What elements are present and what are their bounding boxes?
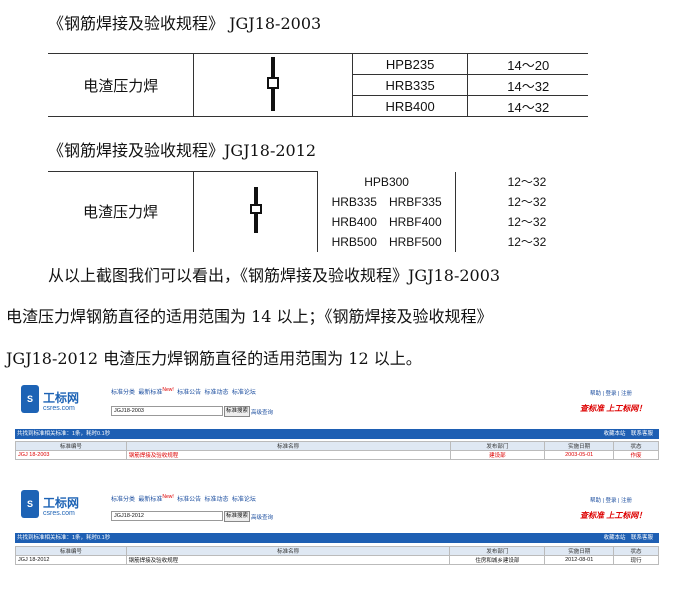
range-cell: 12～32 xyxy=(454,191,598,212)
grade-cell: HRB335 xyxy=(351,74,469,96)
result-count: 共找到标准相关标准：1条，耗时0.1秒 xyxy=(17,431,111,437)
range-cell: 12～32 xyxy=(454,231,598,252)
nav-item[interactable]: 标准分类 xyxy=(111,390,135,396)
logo-domain: csres.com xyxy=(43,510,75,517)
range-cell: 12～32 xyxy=(454,171,598,192)
grade-cell: HRB335 HRBF335 xyxy=(317,191,456,212)
nav-item[interactable]: 标准分类 xyxy=(111,497,135,503)
website-screenshot-2012: S 工标网 csres.com 标准分类 最新标准New! 标准公告 标准动态 … xyxy=(15,490,659,580)
bookmark-links[interactable]: 收藏本站 联系客服 xyxy=(603,429,653,439)
col-header: 发布部门 xyxy=(449,441,546,451)
col-header: 标准名称 xyxy=(125,546,451,556)
result-table: 标准编号 标准名称 发布部门 实施日期 状态 JGJ 18-2012 钢筋焊接及… xyxy=(15,546,659,565)
result-bar: 共找到标准相关标准：1条，耗时0.1秒 收藏本站 联系客服 xyxy=(15,429,659,439)
grade-cell: HRB400 HRBF400 xyxy=(317,211,456,232)
effective-date: 2012-08-01 xyxy=(544,555,615,565)
range-cell: 12～32 xyxy=(454,211,598,232)
logo-domain: csres.com xyxy=(43,405,75,412)
search-button[interactable]: 标准搜索 xyxy=(224,406,250,417)
table-header: 标准编号 标准名称 发布部门 实施日期 状态 xyxy=(15,441,659,451)
spec-table-2012: 电渣压力焊 HPB300 12～32 HRB335 HRBF335 12～32 … xyxy=(48,171,598,252)
weld-diagram-cell xyxy=(193,171,319,252)
logo-name: 工标网 xyxy=(43,496,80,510)
weld-diagram-cell xyxy=(193,53,353,117)
nav-item[interactable]: 标准公告 xyxy=(177,497,201,503)
publisher: 建设部 xyxy=(449,450,546,460)
col-header: 标准编号 xyxy=(15,441,127,451)
paragraph-line-1: 从以上截图我们可以看出，《钢筋焊接及验收规程》JGJ18-2003 xyxy=(48,266,501,285)
effective-date: 2003-05-01 xyxy=(544,450,615,460)
col-header: 状态 xyxy=(613,546,659,556)
nav-item[interactable]: 标准论坛 xyxy=(232,390,256,396)
website-screenshot-2003: S 工标网 csres.com 标准分类 最新标准New! 标准公告 标准动态 … xyxy=(15,383,659,468)
method-cell: 电渣压力焊 xyxy=(48,171,195,252)
electroslag-joint-icon xyxy=(267,56,280,111)
logo-icon: S xyxy=(21,385,39,413)
table-row[interactable]: JGJ 18-2012 钢筋焊接及验收规程 住房和城乡建设部 2012-08-0… xyxy=(15,555,659,565)
method-cell: 电渣压力焊 xyxy=(48,53,195,117)
standard-name[interactable]: 钢筋焊接及验收规程 xyxy=(125,450,451,460)
advanced-search-link[interactable]: 高级查询 xyxy=(251,513,273,521)
search-input[interactable]: JGJ18-2012 xyxy=(111,511,223,521)
col-header: 实施日期 xyxy=(544,546,615,556)
range-cell: 14～32 xyxy=(467,95,588,117)
table-row[interactable]: JGJ 18-2003 钢筋焊接及验收规程 建设部 2003-05-01 作废 xyxy=(15,450,659,460)
site-logo[interactable]: S 工标网 csres.com xyxy=(19,490,99,526)
col-header: 发布部门 xyxy=(449,546,546,556)
col-header: 标准编号 xyxy=(15,546,127,556)
grade-cell: HRB400 xyxy=(351,95,469,117)
grade-cell: HRB500 HRBF500 xyxy=(317,231,456,252)
slogan: 查标准 上工标网！ xyxy=(580,511,647,520)
search-button[interactable]: 标准搜索 xyxy=(224,511,250,522)
result-count: 共找到标准相关标准：1条，耗时0.1秒 xyxy=(17,535,111,541)
logo-name: 工标网 xyxy=(43,391,80,405)
top-links[interactable]: 帮助 | 登录 | 注册 xyxy=(590,496,632,504)
logo-icon: S xyxy=(21,490,39,518)
col-header: 状态 xyxy=(613,441,659,451)
advanced-search-link[interactable]: 高级查询 xyxy=(251,408,273,416)
new-badge: New! xyxy=(162,494,174,500)
site-nav: 标准分类 最新标准New! 标准公告 标准动态 标准论坛 xyxy=(111,387,256,396)
paragraph-line-2: 电渣压力焊钢筋直径的适用范围为 14 以上；《钢筋焊接及验收规程》 xyxy=(6,307,493,326)
standard-name[interactable]: 钢筋焊接及验收规程 xyxy=(125,555,451,565)
search-input[interactable]: JGJ18-2003 xyxy=(111,406,223,416)
nav-item[interactable]: 标准动态 xyxy=(204,497,228,503)
nav-item[interactable]: 标准公告 xyxy=(177,390,201,396)
grade-cell: HPB235 xyxy=(351,53,469,75)
heading-2003: 《钢筋焊接及验收规程》 JGJ18-2003 xyxy=(48,14,322,33)
new-badge: New! xyxy=(162,387,174,393)
status-badge: 现行 xyxy=(613,555,659,565)
nav-item[interactable]: 最新标准 xyxy=(138,497,162,503)
standard-number[interactable]: JGJ 18-2012 xyxy=(15,555,127,565)
slogan: 查标准 上工标网！ xyxy=(580,404,647,413)
col-header: 标准名称 xyxy=(125,441,451,451)
result-bar: 共找到标准相关标准：1条，耗时0.1秒 收藏本站 联系客服 xyxy=(15,533,659,543)
bookmark-links[interactable]: 收藏本站 联系客服 xyxy=(603,533,653,543)
publisher: 住房和城乡建设部 xyxy=(449,555,546,565)
site-nav: 标准分类 最新标准New! 标准公告 标准动态 标准论坛 xyxy=(111,494,256,503)
standard-number[interactable]: JGJ 18-2003 xyxy=(15,450,127,460)
range-cell: 14～20 xyxy=(467,53,588,75)
spec-table-2003: 电渣压力焊 HPB235 14～20 HRB335 14～32 HRB400 1… xyxy=(48,53,588,117)
nav-item[interactable]: 标准论坛 xyxy=(232,497,256,503)
electroslag-joint-icon xyxy=(249,187,262,234)
top-links[interactable]: 帮助 | 登录 | 注册 xyxy=(590,389,632,397)
col-header: 实施日期 xyxy=(544,441,615,451)
heading-2012: 《钢筋焊接及验收规程》JGJ18-2012 xyxy=(48,141,317,160)
status-badge: 作废 xyxy=(613,450,659,460)
result-table: 标准编号 标准名称 发布部门 实施日期 状态 JGJ 18-2003 钢筋焊接及… xyxy=(15,441,659,460)
range-cell: 14～32 xyxy=(467,74,588,96)
table-header: 标准编号 标准名称 发布部门 实施日期 状态 xyxy=(15,546,659,556)
grade-cell: HPB300 xyxy=(317,171,456,192)
paragraph-line-3: JGJ18-2012 电渣压力焊钢筋直径的适用范围为 12 以上。 xyxy=(6,349,422,368)
nav-item[interactable]: 标准动态 xyxy=(204,390,228,396)
site-logo[interactable]: S 工标网 csres.com xyxy=(19,385,99,421)
nav-item[interactable]: 最新标准 xyxy=(138,390,162,396)
